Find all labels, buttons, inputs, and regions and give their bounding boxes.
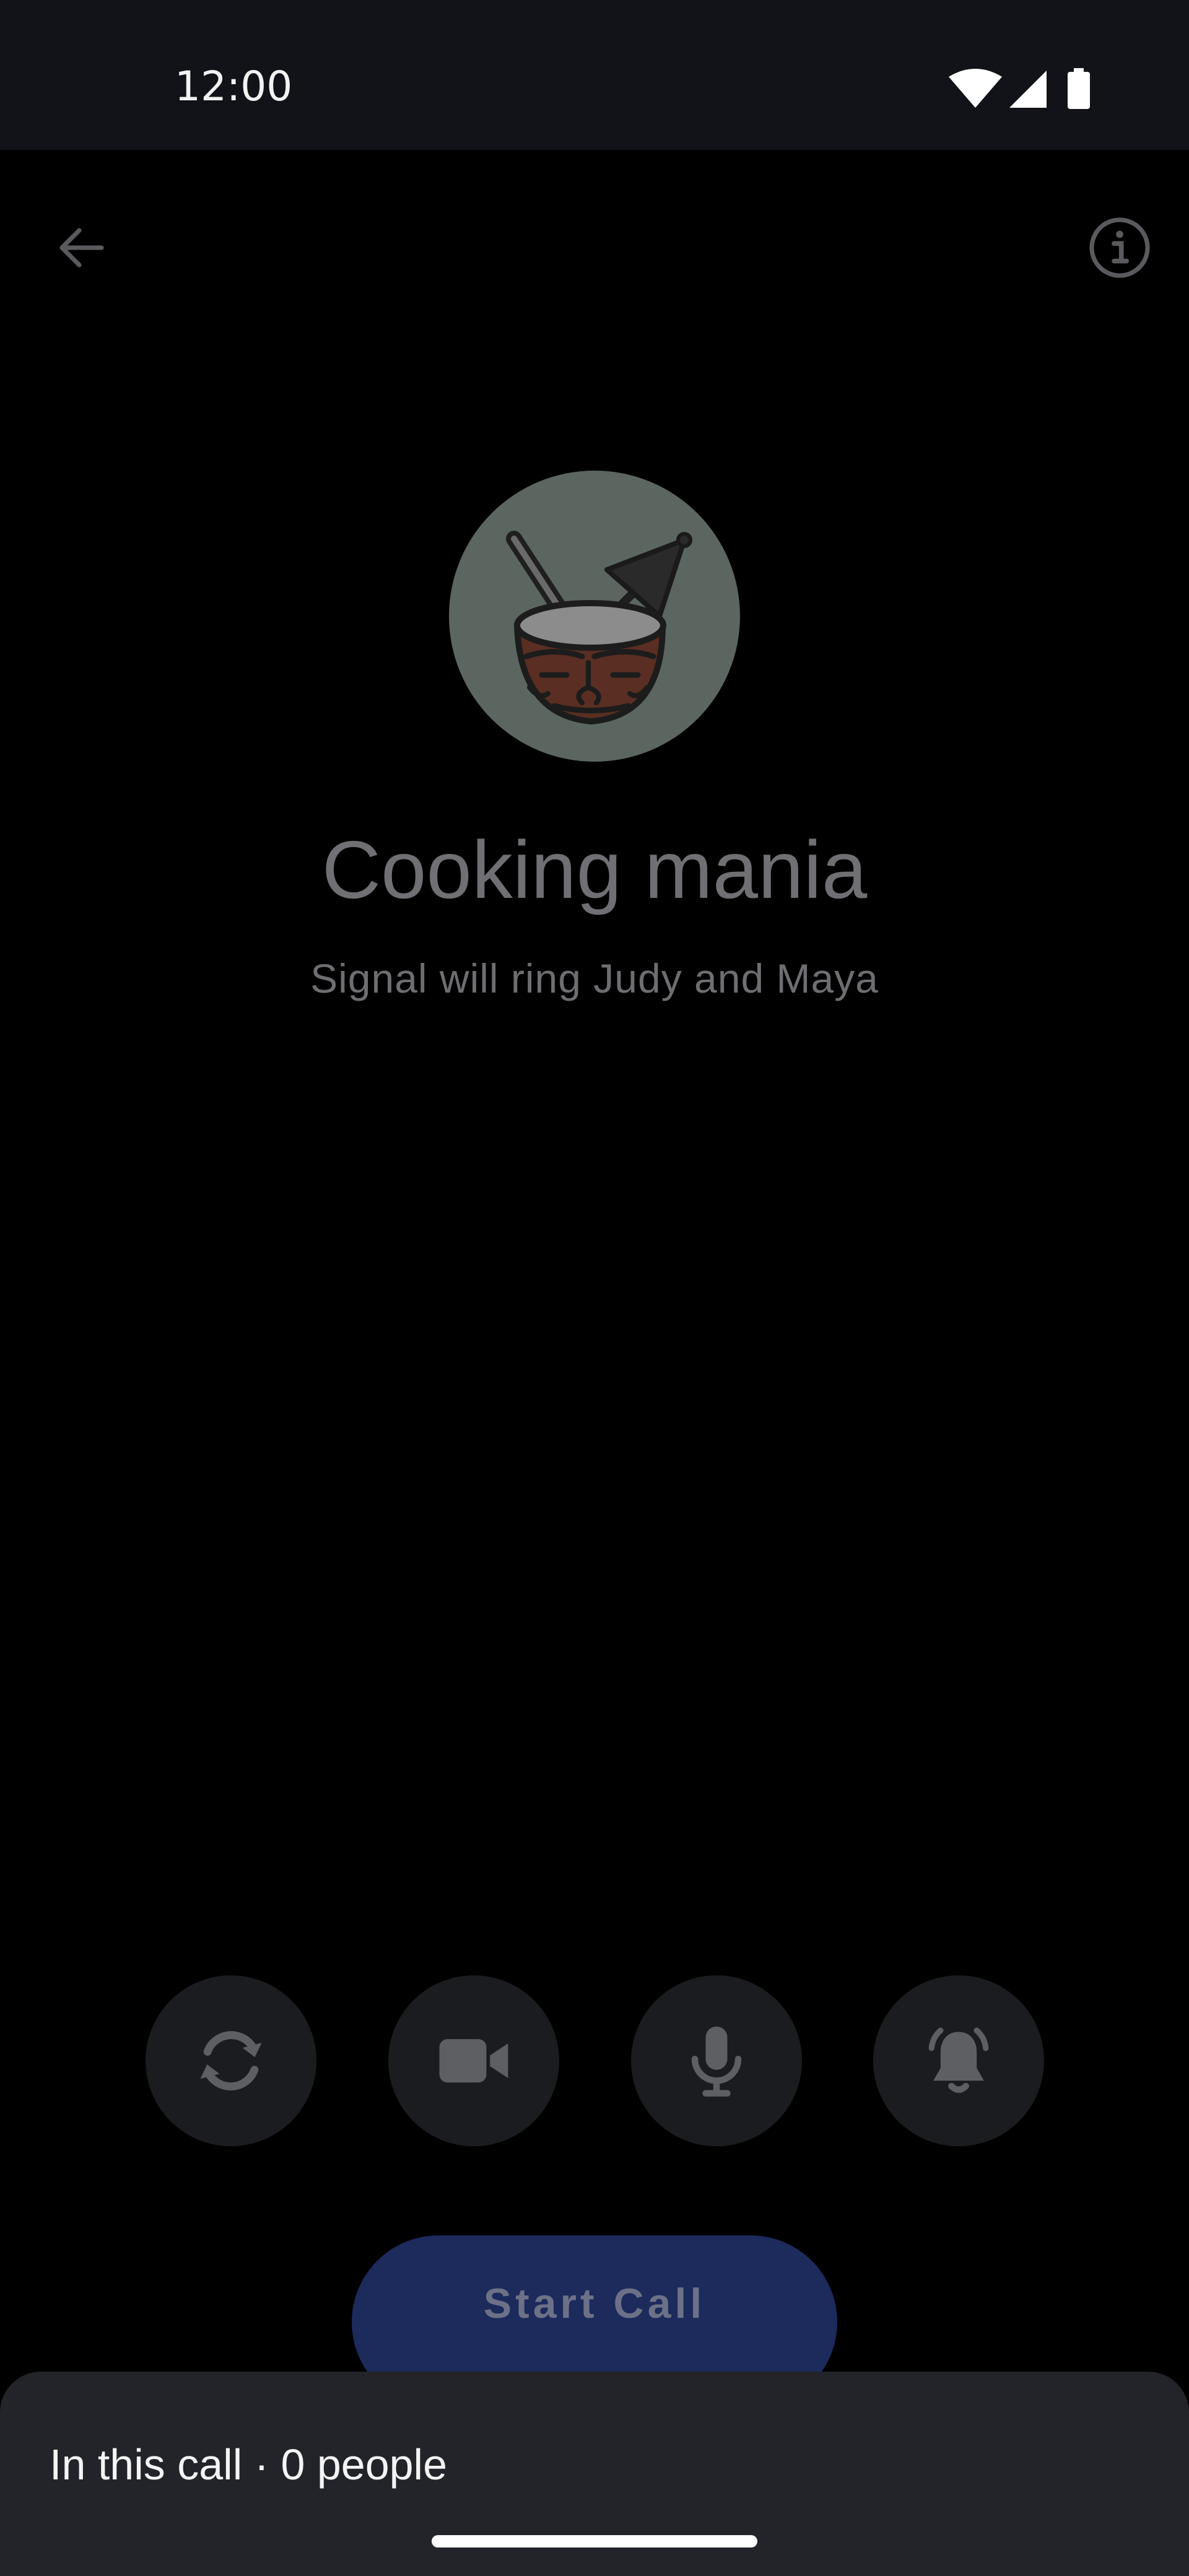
bell-ringing-icon xyxy=(928,2027,989,2093)
cell-signal-icon xyxy=(1009,71,1047,108)
group-name: Cooking mania xyxy=(321,824,868,915)
call-subtitle: Signal will ring Judy and Maya xyxy=(310,955,879,1001)
video-camera-icon xyxy=(439,2039,508,2082)
group-avatar xyxy=(449,471,740,762)
ring-toggle-button[interactable] xyxy=(873,1975,1044,2146)
microphone-icon xyxy=(691,2026,742,2097)
status-icons xyxy=(947,68,1108,111)
back-button[interactable] xyxy=(45,211,119,285)
camera-flip-icon xyxy=(200,2031,262,2091)
home-indicator[interactable] xyxy=(432,2535,757,2548)
microphone-toggle-button[interactable] xyxy=(631,1975,802,2146)
group-call-screen: 12:00 Cooking mania Signal will ring Jud… xyxy=(0,0,1189,2576)
flip-camera-button[interactable] xyxy=(146,1975,316,2146)
video-toggle-button[interactable] xyxy=(388,1975,559,2146)
battery-icon xyxy=(1068,68,1090,109)
start-call-label: Start Call xyxy=(483,2280,706,2327)
status-bar: 12:00 xyxy=(0,0,1189,150)
wifi-icon xyxy=(949,69,1002,108)
call-controls xyxy=(0,1975,1189,2146)
participants-sheet[interactable]: In this call · 0 people xyxy=(0,2372,1189,2576)
info-button[interactable] xyxy=(1082,211,1157,285)
status-time: 12:00 xyxy=(175,63,293,110)
info-icon xyxy=(1089,217,1150,278)
arrow-left-icon xyxy=(59,228,104,268)
coconut-drink-icon xyxy=(506,531,692,724)
participants-count-title: In this call · 0 people xyxy=(50,2440,448,2489)
